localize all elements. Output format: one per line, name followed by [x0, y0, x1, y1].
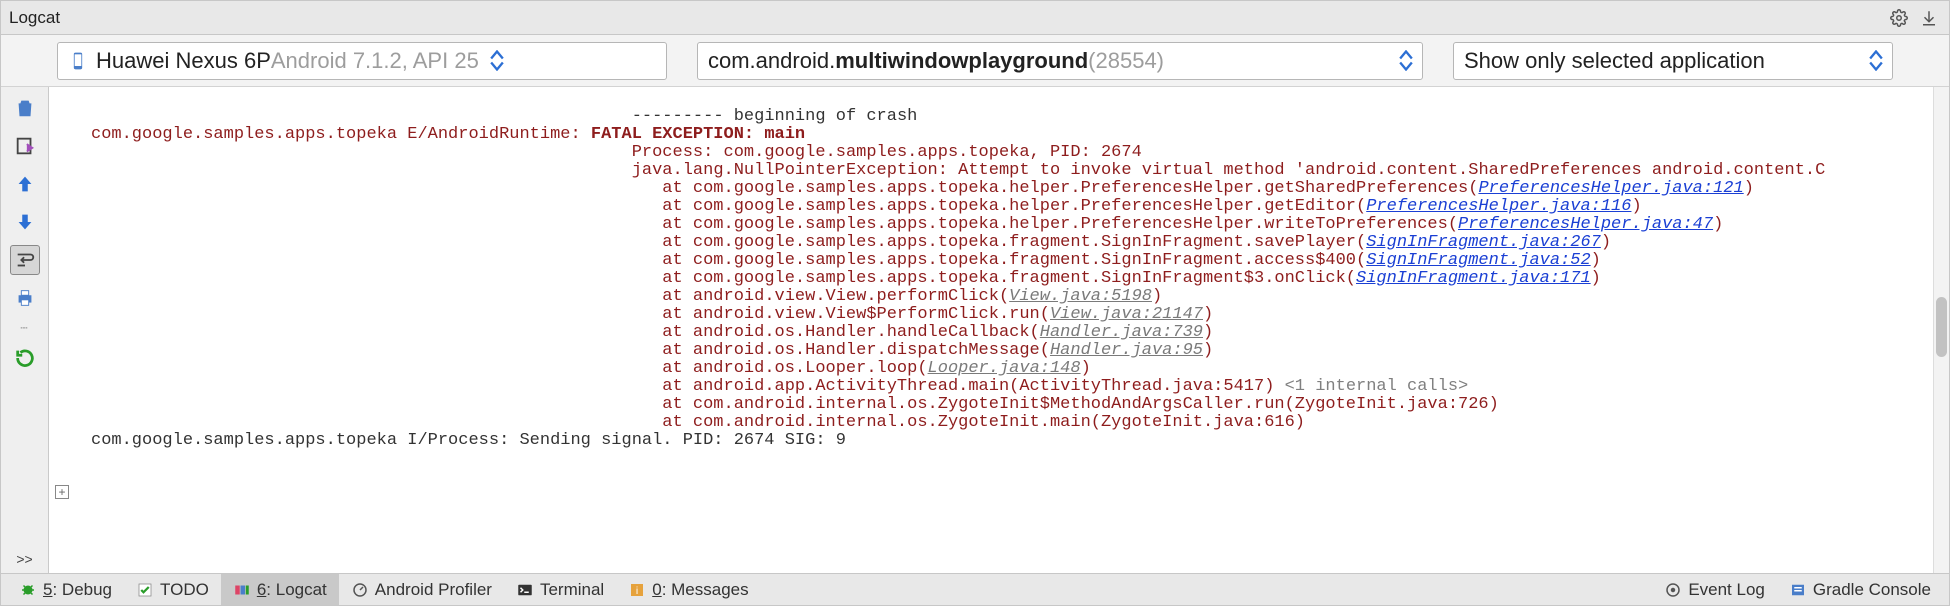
bug-icon — [19, 581, 37, 599]
clear-log-button[interactable] — [10, 93, 40, 123]
filter-scope-label: Show only selected application — [1464, 48, 1765, 74]
device-selector[interactable]: Huawei Nexus 6P Android 7.1.2, API 25 — [57, 42, 667, 80]
tab-terminal[interactable]: Terminal — [504, 574, 616, 605]
profiler-icon — [351, 581, 369, 599]
eventlog-icon — [1664, 581, 1682, 599]
gutter-separator: ┄ — [20, 321, 28, 335]
tab-gradle-console[interactable]: Gradle Console — [1777, 574, 1943, 605]
stack-link[interactable]: View.java:5198 — [1009, 287, 1152, 306]
chevron-updown-icon — [1394, 45, 1418, 77]
filter-bar: Huawei Nexus 6P Android 7.1.2, API 25 co… — [1, 35, 1949, 87]
tab-event-log[interactable]: Event Log — [1652, 574, 1777, 605]
restart-button[interactable] — [10, 343, 40, 373]
process-name-prefix: com.android. — [708, 48, 835, 74]
stack-link[interactable]: SignInFragment.java:267 — [1366, 233, 1601, 252]
more-button[interactable]: >> — [16, 551, 32, 567]
stack-link[interactable]: View.java:21147 — [1050, 305, 1203, 324]
stack-link[interactable]: Looper.java:148 — [928, 359, 1081, 378]
log-viewport[interactable]: --------- beginning of crash com.google.… — [79, 87, 1949, 573]
scrollbar-thumb[interactable] — [1936, 297, 1947, 357]
stack-link[interactable]: PreferencesHelper.java:47 — [1458, 215, 1713, 234]
print-button[interactable] — [10, 283, 40, 313]
fold-gutter: + — [49, 87, 79, 573]
filter-scope-selector[interactable]: Show only selected application — [1453, 42, 1893, 80]
gradle-icon — [1789, 581, 1807, 599]
chevron-updown-icon — [1864, 45, 1888, 77]
stack-link[interactable]: SignInFragment.java:171 — [1356, 269, 1591, 288]
fold-toggle[interactable]: + — [55, 485, 69, 499]
terminal-icon — [516, 581, 534, 599]
log-tag-error: com.google.samples.apps.topeka E/Android… — [91, 125, 591, 144]
hide-icon[interactable] — [1917, 6, 1941, 30]
svg-text:i: i — [636, 584, 638, 596]
log-tag-info: com.google.samples.apps.topeka I/Process… — [91, 431, 846, 450]
soft-wraps-button[interactable] — [10, 245, 40, 275]
gear-icon[interactable] — [1887, 6, 1911, 30]
tab-messages[interactable]: i 0: Messages — [616, 574, 760, 605]
todo-icon — [136, 581, 154, 599]
tool-window-bar: 5: Debug TODO 6: Logcat Android Profiler… — [1, 573, 1949, 605]
stack-link[interactable]: PreferencesHelper.java:116 — [1366, 197, 1631, 216]
tool-gutter: ┄ >> — [1, 87, 49, 573]
tab-todo[interactable]: TODO — [124, 574, 221, 605]
device-name: Huawei Nexus 6P — [96, 48, 271, 74]
process-selector[interactable]: com.android.multiwindowplayground (28554… — [697, 42, 1423, 80]
panel-title: Logcat — [9, 8, 60, 28]
tab-logcat[interactable]: 6: Logcat — [221, 574, 339, 605]
device-icon — [68, 51, 88, 71]
messages-icon: i — [628, 581, 646, 599]
stack-link[interactable]: Handler.java:739 — [1040, 323, 1203, 342]
device-api: Android 7.1.2, API 25 — [271, 48, 479, 74]
down-stack-button[interactable] — [10, 207, 40, 237]
tab-profiler[interactable]: Android Profiler — [339, 574, 504, 605]
scroll-end-button[interactable] — [10, 131, 40, 161]
panel-header: Logcat — [1, 1, 1949, 35]
logcat-body: ┄ >> + --------- beginning of crash com.… — [1, 87, 1949, 573]
log-content: --------- beginning of crash com.google.… — [91, 108, 1945, 450]
stack-link[interactable]: PreferencesHelper.java:121 — [1478, 179, 1743, 198]
up-stack-button[interactable] — [10, 169, 40, 199]
chevron-updown-icon — [485, 45, 509, 77]
tab-debug[interactable]: 5: Debug — [7, 574, 124, 605]
stack-link[interactable]: SignInFragment.java:52 — [1366, 251, 1590, 270]
logcat-tool-window: Logcat Huawei Nexus 6P Android 7.1.2, AP… — [0, 0, 1950, 606]
process-pid: (28554) — [1088, 48, 1164, 74]
stack-link[interactable]: Handler.java:95 — [1050, 341, 1203, 360]
logcat-icon — [233, 581, 251, 599]
process-name-bold: multiwindowplayground — [835, 48, 1088, 74]
vertical-scrollbar[interactable] — [1933, 87, 1949, 573]
